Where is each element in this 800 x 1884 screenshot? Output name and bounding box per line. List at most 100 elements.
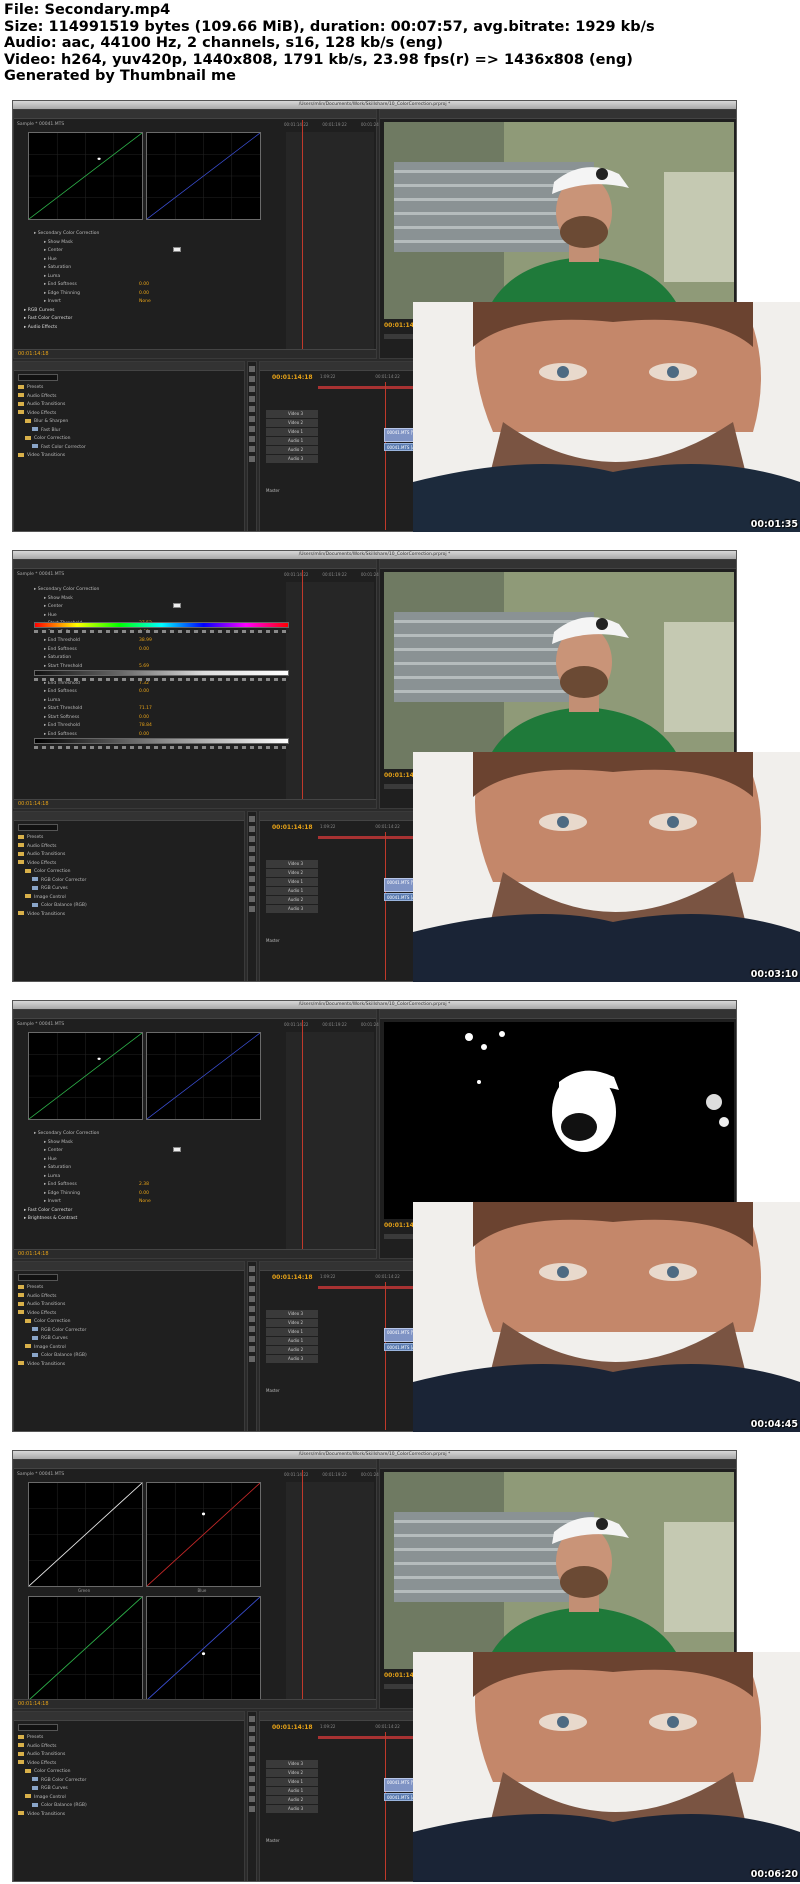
effects-tree-item[interactable]: Image Control [18,1794,87,1803]
timeline-timecode[interactable]: 00:01:14:18 [272,1724,313,1731]
effect-timecode[interactable]: 00:01:14:18 [18,351,49,357]
effects-tree-item[interactable]: Audio Effects [18,393,86,402]
effects-tree-item[interactable]: RGB Color Corrector [18,1777,87,1786]
tool-icon[interactable] [249,1306,255,1312]
track-header[interactable]: Video 3 [266,410,318,418]
track-header[interactable]: Video 2 [266,419,318,427]
program-video[interactable] [384,1022,734,1219]
playhead-line[interactable] [302,570,303,806]
effects-search-input[interactable] [18,374,58,381]
tool-icon[interactable] [249,1356,255,1362]
tool-icon[interactable] [249,876,255,882]
effect-property[interactable]: ▸ Fast Color Corrector [24,315,279,324]
track-header[interactable]: Video 3 [266,860,318,868]
hue-slider[interactable] [34,622,289,628]
track-header[interactable]: Audio 1 [266,887,318,895]
property-value[interactable]: 0.00 [139,290,149,299]
effect-property[interactable]: ▸ End Softness 0.00 [24,646,279,655]
tool-icon[interactable] [249,446,255,452]
effects-tree-item[interactable]: Audio Transitions [18,1751,87,1760]
effect-property[interactable]: ▸ End Softness 2.38 [24,1181,279,1190]
master-track[interactable]: Master [266,938,280,943]
track-header[interactable]: Video 2 [266,1769,318,1777]
scope-graph[interactable] [146,132,261,220]
scope-graph[interactable] [146,1596,261,1701]
effects-tree-item[interactable]: Video Transitions [18,1811,87,1820]
tool-icon[interactable] [249,1716,255,1722]
property-value[interactable]: 2.38 [139,1181,149,1190]
effects-tree-item[interactable]: RGB Color Corrector [18,1327,87,1336]
property-value[interactable]: 71.17 [139,705,152,714]
effects-search-input[interactable] [18,1274,58,1281]
property-value[interactable]: 0.00 [139,646,149,655]
program-video[interactable] [384,572,734,769]
effects-search-input[interactable] [18,1724,58,1731]
effects-tree-item[interactable]: Color Correction [18,1318,87,1327]
tool-icon[interactable] [249,1286,255,1292]
playhead-line[interactable] [302,1470,303,1706]
master-track[interactable]: Master [266,488,280,493]
tool-icon[interactable] [249,406,255,412]
effects-tree-item[interactable]: RGB Color Corrector [18,877,87,886]
track-header[interactable]: Video 3 [266,1760,318,1768]
tool-icon[interactable] [249,1346,255,1352]
effect-property[interactable]: ▸ Fast Color Corrector [24,1207,279,1216]
track-header[interactable]: Audio 3 [266,1805,318,1813]
tool-icon[interactable] [249,886,255,892]
effects-tree-item[interactable]: Audio Transitions [18,851,87,860]
effect-property[interactable]: ▸ Show Mask [24,1139,279,1148]
effect-property[interactable]: ▸ End Threshold 38.99 [24,637,279,646]
property-value[interactable]: 78.84 [139,722,152,731]
effects-tree-item[interactable]: Fast Blur [18,427,86,436]
effect-property[interactable]: ▸ Center [24,1147,279,1156]
program-video[interactable] [384,1472,734,1669]
master-track[interactable]: Master [266,1838,280,1843]
tool-icon[interactable] [249,816,255,822]
property-value[interactable]: 0.00 [139,688,149,697]
tool-icon[interactable] [249,1726,255,1732]
effect-property[interactable]: ▸ Secondary Color Correction [24,230,279,239]
track-header[interactable]: Audio 3 [266,455,318,463]
effects-search-input[interactable] [18,824,58,831]
effect-property[interactable]: ▸ Start Softness 0.00 [24,714,279,723]
effects-tree-item[interactable]: Video Effects [18,410,86,419]
track-header[interactable]: Audio 3 [266,905,318,913]
effects-tree-item[interactable]: RGB Curves [18,1785,87,1794]
property-value[interactable]: None [139,298,151,307]
saturation-slider[interactable] [34,670,289,676]
effect-property[interactable]: ▸ Start Threshold 71.17 [24,705,279,714]
tool-icon[interactable] [249,1796,255,1802]
effects-tree-item[interactable]: Audio Effects [18,1293,87,1302]
effects-tree-item[interactable]: Color Balance (RGB) [18,1802,87,1811]
effects-tree-item[interactable]: Color Correction [18,1768,87,1777]
track-header[interactable]: Video 1 [266,1328,318,1336]
effects-tree-item[interactable]: RGB Curves [18,885,87,894]
tool-icon[interactable] [249,1776,255,1782]
effect-property[interactable]: ▸ Show Mask [24,239,279,248]
effect-property[interactable]: ▸ Invert None [24,298,279,307]
effect-property[interactable]: ▸ Luma [24,273,279,282]
effects-tree-item[interactable]: Image Control [18,1344,87,1353]
effect-property[interactable]: ▸ Edge Thinning 0.00 [24,1190,279,1199]
effects-tree-item[interactable]: Audio Transitions [18,401,86,410]
effect-property[interactable]: ▸ Luma [24,697,279,706]
tool-icon[interactable] [249,1736,255,1742]
tool-icon[interactable] [249,366,255,372]
property-value[interactable]: 0.00 [139,1190,149,1199]
effects-tree-item[interactable]: Color Correction [18,868,87,877]
effect-property[interactable]: ▸ Audio Effects [24,324,279,333]
track-header[interactable]: Audio 1 [266,1787,318,1795]
tool-icon[interactable] [249,436,255,442]
track-header[interactable]: Audio 1 [266,1337,318,1345]
tool-icon[interactable] [249,1316,255,1322]
track-header[interactable]: Audio 2 [266,446,318,454]
effect-property[interactable]: ▸ Center [24,603,279,612]
tool-icon[interactable] [249,1296,255,1302]
track-header[interactable]: Video 3 [266,1310,318,1318]
track-header[interactable]: Audio 2 [266,1346,318,1354]
effects-tree-item[interactable]: Presets [18,1734,87,1743]
tool-icon[interactable] [249,836,255,842]
effect-property[interactable]: ▸ End Threshold 78.84 [24,722,279,731]
effects-tree-item[interactable]: Color Balance (RGB) [18,1352,87,1361]
scope-graph[interactable] [146,1482,261,1587]
